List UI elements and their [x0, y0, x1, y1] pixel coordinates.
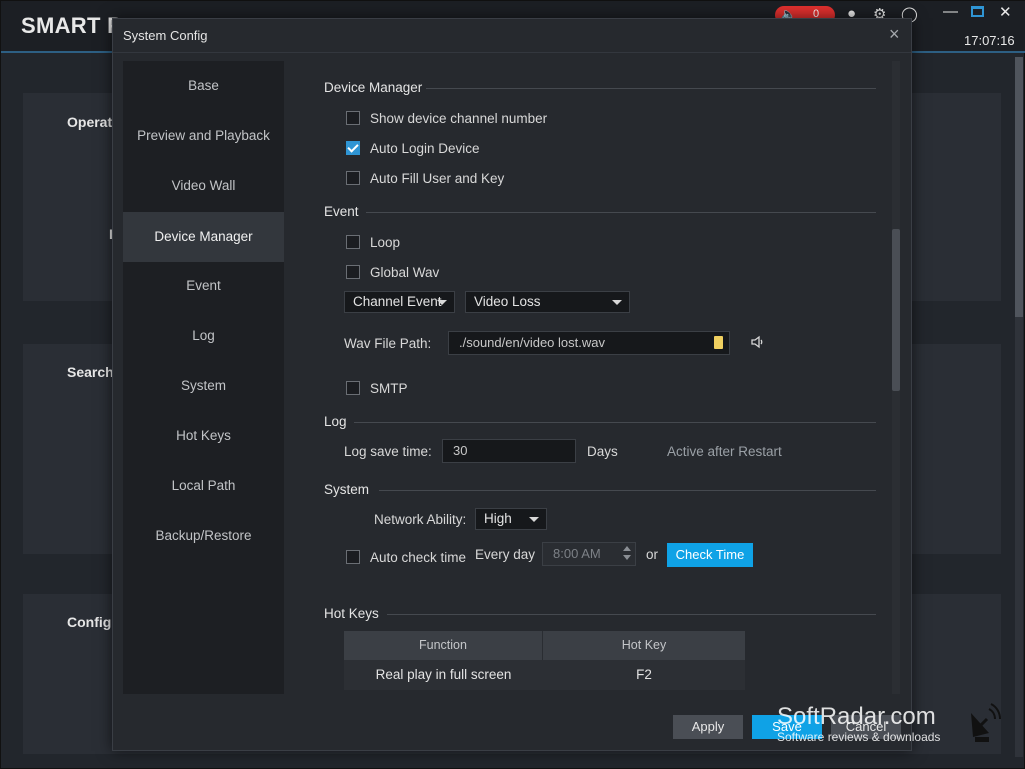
bg-label-config: Config — [67, 614, 112, 630]
nav-item-log[interactable]: Log — [123, 311, 284, 361]
watermark-main: SoftRadar.com — [777, 703, 936, 730]
checkbox-box[interactable] — [346, 235, 360, 249]
content-scrollbar[interactable] — [892, 61, 900, 694]
check-time-value: 8:00 AM — [553, 546, 601, 561]
check-time-input[interactable]: 8:00 AM — [542, 542, 636, 566]
nav-item-video-wall[interactable]: Video Wall — [123, 161, 284, 211]
checkbox-label: SMTP — [370, 380, 408, 396]
or-label: or — [646, 547, 659, 562]
checkbox-label: Show device channel number — [370, 110, 548, 126]
section-divider — [387, 614, 876, 615]
section-title-event: Event — [324, 204, 359, 219]
checkbox-box[interactable] — [346, 171, 360, 185]
network-ability-value: High — [484, 511, 512, 526]
nav-item-event[interactable]: Event — [123, 261, 284, 311]
hot-keys-table: Function Hot Key Real play in full scree… — [344, 631, 745, 690]
checkbox-smtp[interactable]: SMTP — [346, 378, 408, 398]
log-save-time-label: Log save time: — [344, 444, 432, 459]
checkbox-box-checked[interactable] — [346, 141, 360, 155]
dialog-title: System Config — [123, 28, 208, 43]
radar-dish-icon — [967, 703, 1001, 748]
checkbox-label: Auto Fill User and Key — [370, 170, 505, 186]
app-scrollbar-thumb[interactable] — [1015, 57, 1023, 317]
chevron-down-icon — [437, 300, 447, 305]
nav-item-base[interactable]: Base — [123, 61, 284, 111]
table-cell-hot-key: F2 — [636, 667, 652, 682]
section-title-system: System — [324, 482, 370, 497]
checkbox-label: Global Wav — [370, 264, 440, 280]
checkbox-box[interactable] — [346, 550, 360, 564]
checkbox-auto-fill[interactable]: Auto Fill User and Key — [346, 168, 504, 188]
apply-button[interactable]: Apply — [673, 715, 743, 739]
network-ability-select[interactable]: High — [475, 508, 547, 530]
table-header: Function Hot Key — [344, 631, 745, 660]
log-restart-note: Active after Restart — [667, 444, 782, 459]
checkbox-label: Auto check time — [370, 549, 467, 565]
watermark-sub: Software reviews & downloads — [777, 730, 941, 744]
nav-item-local-path[interactable]: Local Path — [123, 461, 284, 511]
bg-label-operations: Operat — [67, 114, 113, 130]
minimize-icon[interactable]: — — [943, 3, 958, 20]
wav-path-label: Wav File Path: — [344, 336, 432, 351]
network-ability-label: Network Ability: — [374, 512, 467, 527]
checkbox-box[interactable] — [346, 381, 360, 395]
event-subtype-select[interactable]: Video Loss — [465, 291, 630, 313]
maximize-icon[interactable] — [971, 6, 984, 17]
dialog-header: System Config × — [113, 19, 911, 53]
close-icon[interactable]: × — [889, 24, 900, 45]
section-divider — [379, 490, 876, 491]
content-scrollbar-thumb[interactable] — [892, 229, 900, 391]
spinner-icon[interactable] — [623, 546, 631, 562]
config-content: Device Manager Show device channel numbe… — [284, 61, 902, 694]
event-type-value: Channel Event — [353, 294, 442, 309]
nav-item-device-manager[interactable]: Device Manager — [123, 212, 284, 262]
checkbox-label: Auto Login Device — [370, 140, 480, 156]
wav-path-value: ./sound/en/video lost.wav — [459, 335, 605, 350]
event-type-select[interactable]: Channel Event — [344, 291, 455, 313]
log-days-unit: Days — [587, 444, 618, 459]
nav-item-system[interactable]: System — [123, 361, 284, 411]
nav-item-backup-restore[interactable]: Backup/Restore — [123, 511, 284, 561]
checkbox-auto-check-time[interactable]: Auto check time — [346, 547, 466, 567]
checkbox-global-wav[interactable]: Global Wav — [346, 262, 439, 282]
section-title-device-manager: Device Manager — [324, 80, 423, 95]
section-divider — [354, 422, 876, 423]
nav-item-preview-playback[interactable]: Preview and Playback — [123, 111, 284, 161]
checkbox-show-channel-number[interactable]: Show device channel number — [346, 108, 547, 128]
section-title-hot-keys: Hot Keys — [324, 606, 379, 621]
log-save-time-value: 30 — [453, 443, 468, 458]
table-cell-function: Real play in full screen — [375, 667, 512, 682]
checkbox-auto-login[interactable]: Auto Login Device — [346, 138, 480, 158]
chevron-down-icon — [529, 517, 539, 522]
checkbox-box[interactable] — [346, 265, 360, 279]
checkbox-loop[interactable]: Loop — [346, 232, 400, 252]
event-subtype-value: Video Loss — [474, 294, 541, 309]
checkbox-box[interactable] — [346, 111, 360, 125]
config-sidebar: Base Preview and Playback Video Wall Dev… — [123, 61, 284, 694]
section-divider — [426, 88, 876, 89]
column-header-hot-key: Hot Key — [621, 638, 667, 652]
softradar-watermark: SoftRadar.com Software reviews & downloa… — [777, 703, 1017, 749]
checkbox-label: Loop — [370, 234, 401, 250]
speaker-play-icon[interactable] — [750, 334, 766, 350]
chevron-down-icon — [612, 300, 622, 305]
check-time-button[interactable]: Check Time — [667, 543, 753, 567]
column-header-function: Function — [344, 631, 543, 660]
every-day-label: Every day — [475, 547, 536, 562]
wav-path-input[interactable]: ./sound/en/video lost.wav — [448, 331, 730, 355]
log-save-time-input[interactable]: 30 — [442, 439, 576, 463]
bg-label-search: Search — [67, 364, 114, 380]
section-title-log: Log — [324, 414, 347, 429]
nav-item-hot-keys[interactable]: Hot Keys — [123, 411, 284, 461]
table-row[interactable]: Real play in full screen F2 — [344, 660, 745, 690]
close-app-icon[interactable]: ✕ — [999, 3, 1012, 21]
system-config-dialog: System Config × Base Preview and Playbac… — [112, 18, 912, 751]
section-divider — [366, 212, 876, 213]
clock: 17:07:16 — [964, 33, 1015, 48]
app-title: SMART P — [21, 13, 123, 38]
folder-icon[interactable] — [714, 336, 723, 349]
